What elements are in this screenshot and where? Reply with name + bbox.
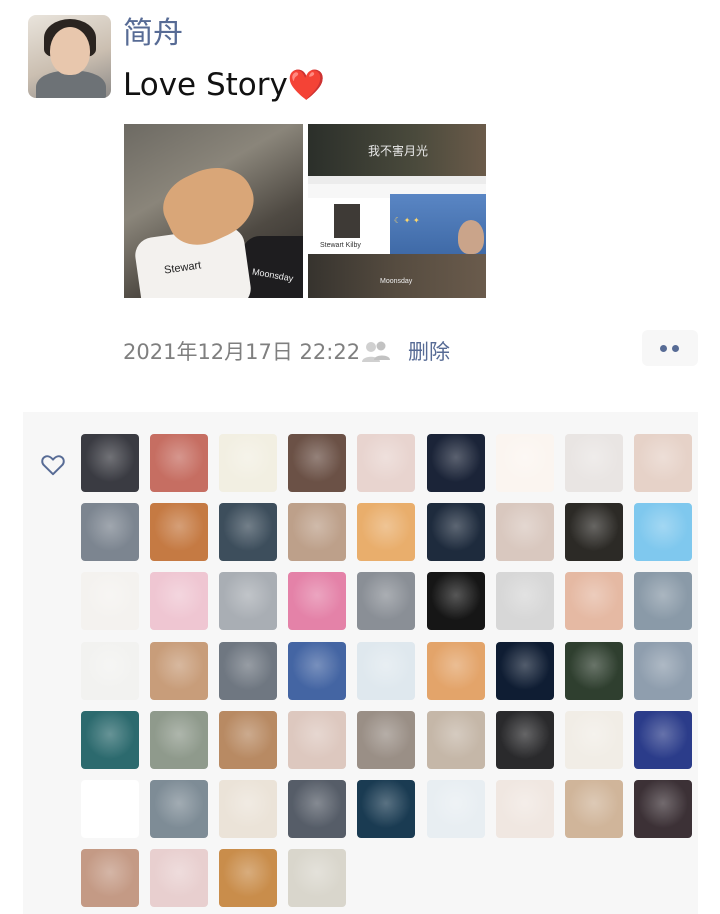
liker-avatar[interactable] [219,503,277,561]
post-text: Love Story❤️ [123,64,325,107]
heart-emoji: ❤️ [287,68,326,103]
avatar-body-shape [36,71,106,98]
more-options-button[interactable] [642,330,698,366]
photo2-sky-stars: ☾ ✦ ✦ [394,216,420,225]
photo2-sky: ☾ ✦ ✦ [390,194,486,254]
liker-avatar[interactable] [496,503,554,561]
liker-avatar[interactable] [81,780,139,838]
liker-avatar[interactable] [357,711,415,769]
photo2-sky-face [458,220,484,254]
liker-avatar[interactable] [81,434,139,492]
liker-avatar[interactable] [288,780,346,838]
liker-avatar[interactable] [150,711,208,769]
liker-avatar[interactable] [81,711,139,769]
liker-avatar[interactable] [427,780,485,838]
liker-avatar[interactable] [634,572,692,630]
liker-avatar[interactable] [357,503,415,561]
photo2-header: 我不害月光 [308,124,486,176]
liker-avatar[interactable] [634,434,692,492]
liker-avatar[interactable] [150,780,208,838]
liker-avatar[interactable] [634,780,692,838]
liker-avatar[interactable] [219,780,277,838]
liker-avatar[interactable] [565,503,623,561]
liker-avatar[interactable] [288,434,346,492]
liker-avatar[interactable] [219,849,277,907]
photo-sleeve-dark [242,236,303,298]
photo2-bottom: Moonsday [308,254,486,298]
photo2-title: 我不害月光 [368,144,429,158]
liker-avatar[interactable] [219,711,277,769]
liker-avatar[interactable] [565,780,623,838]
liker-avatar[interactable] [288,572,346,630]
heart-outline-icon [41,455,65,476]
liker-avatar[interactable] [427,434,485,492]
liker-avatar[interactable] [288,503,346,561]
liker-avatar[interactable] [634,642,692,700]
liker-avatar[interactable] [288,642,346,700]
more-dot-icon [660,345,667,352]
author-avatar[interactable] [28,15,111,98]
liker-avatar[interactable] [496,780,554,838]
liker-avatar[interactable] [565,642,623,700]
liker-avatar[interactable] [150,572,208,630]
liker-avatar[interactable] [288,711,346,769]
liker-avatar[interactable] [150,434,208,492]
liker-avatar[interactable] [427,642,485,700]
liker-avatar[interactable] [427,711,485,769]
photo2-card-text: Stewart Kilby [320,242,361,249]
liker-avatar[interactable] [565,434,623,492]
photo2-bottom-text: Moonsday [380,278,413,285]
liker-avatar[interactable] [150,503,208,561]
author-name[interactable]: 简舟 [123,14,183,54]
liker-avatar[interactable] [81,572,139,630]
liker-avatar[interactable] [496,434,554,492]
liker-avatar[interactable] [81,849,139,907]
post-text-content: Love Story [123,67,288,103]
more-dot-icon [672,345,679,352]
liker-avatar[interactable] [81,642,139,700]
liker-avatar[interactable] [219,572,277,630]
liker-avatar[interactable] [81,503,139,561]
liker-avatar[interactable] [357,780,415,838]
liker-avatar[interactable] [150,642,208,700]
photo2-bar [308,176,486,184]
liker-avatar[interactable] [427,572,485,630]
liker-avatar[interactable] [565,711,623,769]
liker-avatar[interactable] [357,434,415,492]
photo2-card-image [334,204,360,238]
post-photo-2[interactable]: 我不害月光 Stewart Kilby ☾ ✦ ✦ Moonsday [308,124,486,298]
contacts-icon[interactable] [361,340,391,364]
liker-avatar[interactable] [496,642,554,700]
liker-avatar[interactable] [150,849,208,907]
avatar-face-shape [50,27,90,75]
liker-avatar[interactable] [634,711,692,769]
liker-avatar[interactable] [427,503,485,561]
liker-avatar[interactable] [565,572,623,630]
delete-button[interactable]: 删除 [408,338,450,366]
post-photo-1[interactable]: Stewart Moonsday [124,124,303,298]
liker-avatar[interactable] [634,503,692,561]
post-timestamp: 2021年12月17日 22:22 [123,340,361,364]
liker-avatar[interactable] [288,849,346,907]
liker-avatar[interactable] [496,711,554,769]
liker-avatar[interactable] [496,572,554,630]
liker-avatar[interactable] [357,572,415,630]
liker-avatar[interactable] [357,642,415,700]
liker-avatar[interactable] [219,434,277,492]
liker-avatar[interactable] [219,642,277,700]
